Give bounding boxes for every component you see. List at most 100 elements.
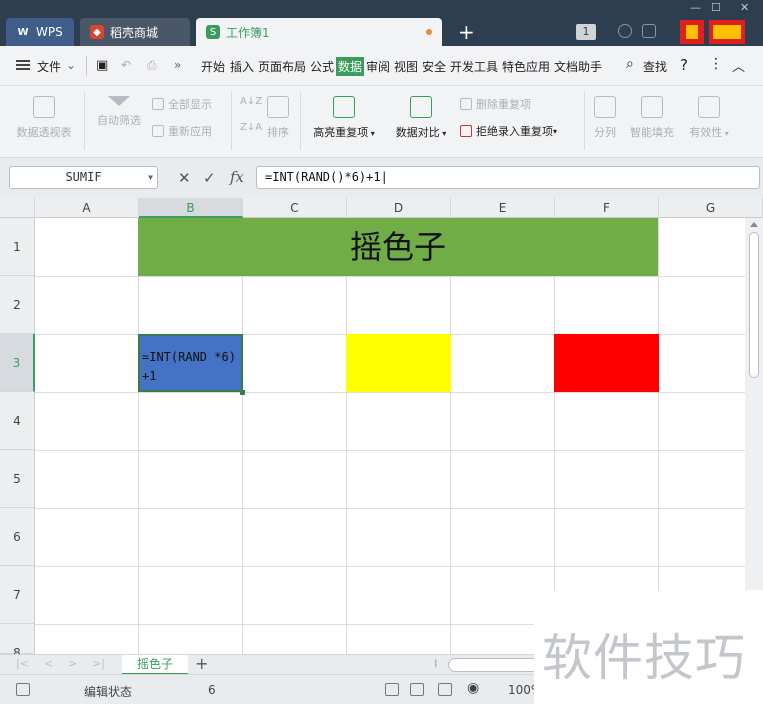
tab-workbook[interactable]: S 工作簿1	[196, 18, 442, 46]
reading-layout-icon[interactable]	[438, 683, 452, 696]
scroll-thumb[interactable]	[749, 232, 759, 378]
formula-input[interactable]: =INT(RAND()*6)+1|	[256, 166, 760, 189]
column-header-g[interactable]: G	[659, 198, 763, 218]
search-label[interactable]: 查找	[643, 58, 667, 75]
hamburger-menu-icon[interactable]	[16, 60, 30, 70]
cancel-edit-icon[interactable]: ✕	[178, 169, 191, 187]
column-header-c[interactable]: C	[243, 198, 347, 218]
search-icon[interactable]: ⌕	[626, 56, 634, 72]
row-header-2[interactable]: 2	[0, 276, 35, 334]
sort-button[interactable]: 排序	[262, 96, 294, 140]
print-icon[interactable]: ⎙	[147, 58, 157, 73]
more-chevron-icon[interactable]: »	[174, 58, 181, 72]
row-header-3[interactable]: 3	[0, 334, 35, 392]
select-all-corner[interactable]	[0, 198, 35, 218]
menu-security[interactable]: 安全	[422, 58, 446, 75]
undo-icon[interactable]: ↶	[121, 58, 131, 72]
split-column-button[interactable]: 分列	[590, 96, 620, 140]
delete-duplicates-button[interactable]: 删除重复项	[460, 96, 531, 112]
tab-docer-store[interactable]: ◆ 稻壳商城	[80, 18, 190, 46]
smart-fill-label: 智能填充	[630, 126, 674, 139]
window-count-badge[interactable]: 1	[576, 24, 596, 40]
highlight-box-wide[interactable]	[709, 20, 745, 44]
page-break-view-icon[interactable]	[410, 683, 424, 696]
menu-page-layout[interactable]: 页面布局	[258, 58, 306, 75]
row-header-4[interactable]: 4	[0, 392, 35, 450]
menu-review[interactable]: 审阅	[366, 58, 390, 75]
save-icon[interactable]: ▣	[96, 58, 108, 73]
minimize-to-tray-icon[interactable]	[642, 24, 656, 38]
normal-view-icon[interactable]	[385, 683, 399, 696]
data-compare-button[interactable]: 数据对比 ▾	[388, 96, 454, 140]
column-header-a[interactable]: A	[35, 198, 139, 218]
maximize-icon[interactable]: ☐	[711, 1, 721, 14]
close-icon[interactable]: ✕	[740, 1, 749, 14]
reapply-icon	[152, 125, 164, 137]
cell-d3-yellow[interactable]	[346, 334, 451, 392]
chevron-down-icon[interactable]: ⌄	[66, 58, 76, 72]
pivot-table-button[interactable]: 数据透视表	[12, 96, 76, 140]
menu-file[interactable]: 文件	[37, 58, 61, 75]
cell-f3-red[interactable]	[554, 334, 659, 392]
menu-view[interactable]: 视图	[394, 58, 418, 75]
insert-function-icon[interactable]: fx	[230, 168, 244, 186]
sort-ascending-icon[interactable]: A↓Z	[240, 96, 262, 107]
smart-fill-button[interactable]: 智能填充	[626, 96, 678, 140]
column-header-f[interactable]: F	[555, 198, 659, 218]
menu-doc-assistant[interactable]: 文档助手	[554, 58, 602, 75]
scroll-up-icon[interactable]	[750, 222, 758, 227]
last-sheet-icon[interactable]: >|	[92, 657, 105, 670]
tab-label: 稻壳商城	[110, 25, 159, 40]
highlight-box-small[interactable]	[680, 20, 704, 44]
help-icon[interactable]: ?	[680, 56, 688, 74]
column-header-e[interactable]: E	[451, 198, 555, 218]
menu-special-apps[interactable]: 特色应用	[502, 58, 550, 75]
column-header-d[interactable]: D	[347, 198, 451, 218]
active-cell-b3[interactable]: =INT(RAND *6)+1	[138, 334, 243, 392]
menu-insert[interactable]: 插入	[230, 58, 254, 75]
first-sheet-icon[interactable]: |<	[16, 657, 29, 670]
merged-title-cell[interactable]: 摇色子	[138, 218, 658, 276]
skin-icon[interactable]	[618, 24, 632, 38]
tab-splitter-icon[interactable]: ⁞	[434, 657, 438, 670]
menu-home[interactable]: 开始	[201, 58, 225, 75]
add-sheet-button[interactable]: +	[195, 654, 208, 673]
confirm-edit-icon[interactable]: ✓	[203, 169, 216, 187]
row-header-6[interactable]: 6	[0, 508, 35, 566]
name-box[interactable]: SUMIF ▼	[9, 166, 158, 189]
row-header-5[interactable]: 5	[0, 450, 35, 508]
sheet-tab-active[interactable]: 摇色子	[122, 655, 188, 675]
tab-wps-home[interactable]: W WPS	[6, 18, 74, 46]
menu-formulas[interactable]: 公式	[310, 58, 334, 75]
column-header-b[interactable]: B	[139, 198, 243, 218]
horizontal-scrollbar[interactable]	[448, 658, 548, 672]
row-header-8[interactable]: 8	[0, 624, 35, 654]
menu-developer[interactable]: 开发工具	[450, 58, 498, 75]
eye-protection-icon[interactable]: ◉	[467, 680, 479, 696]
menu-data[interactable]: 数据	[336, 57, 365, 76]
validity-label: 有效性	[689, 126, 723, 139]
validity-icon	[698, 96, 720, 118]
collapse-ribbon-icon[interactable]: ︿	[732, 56, 745, 75]
autofilter-button[interactable]: 自动筛选	[92, 96, 146, 128]
prev-sheet-icon[interactable]: <	[44, 657, 53, 670]
macro-record-icon[interactable]	[16, 683, 30, 696]
show-all-button[interactable]: 全部显示	[152, 96, 212, 112]
gridline	[658, 218, 659, 654]
fill-handle[interactable]	[240, 390, 245, 395]
tab-label: 工作簿1	[226, 25, 270, 40]
reject-duplicates-button[interactable]: 拒绝录入重复项 ▾	[460, 123, 557, 139]
reapply-button[interactable]: 重新应用	[152, 123, 212, 139]
row-header-1[interactable]: 1	[0, 218, 35, 276]
more-options-icon[interactable]: ⋮	[709, 56, 723, 72]
sort-descending-icon[interactable]: Z↓A	[240, 122, 262, 133]
minimize-icon[interactable]: —	[690, 1, 701, 14]
validity-button[interactable]: 有效性 ▾	[684, 96, 734, 140]
highlight-duplicates-button[interactable]: 高亮重复项 ▾	[307, 96, 381, 140]
highlight-duplicates-icon	[333, 96, 355, 118]
next-sheet-icon[interactable]: >	[68, 657, 77, 670]
chevron-down-icon[interactable]: ▼	[148, 167, 153, 188]
row-header-7[interactable]: 7	[0, 566, 35, 624]
new-tab-button[interactable]: +	[458, 20, 475, 44]
vertical-scrollbar[interactable]	[745, 218, 763, 654]
